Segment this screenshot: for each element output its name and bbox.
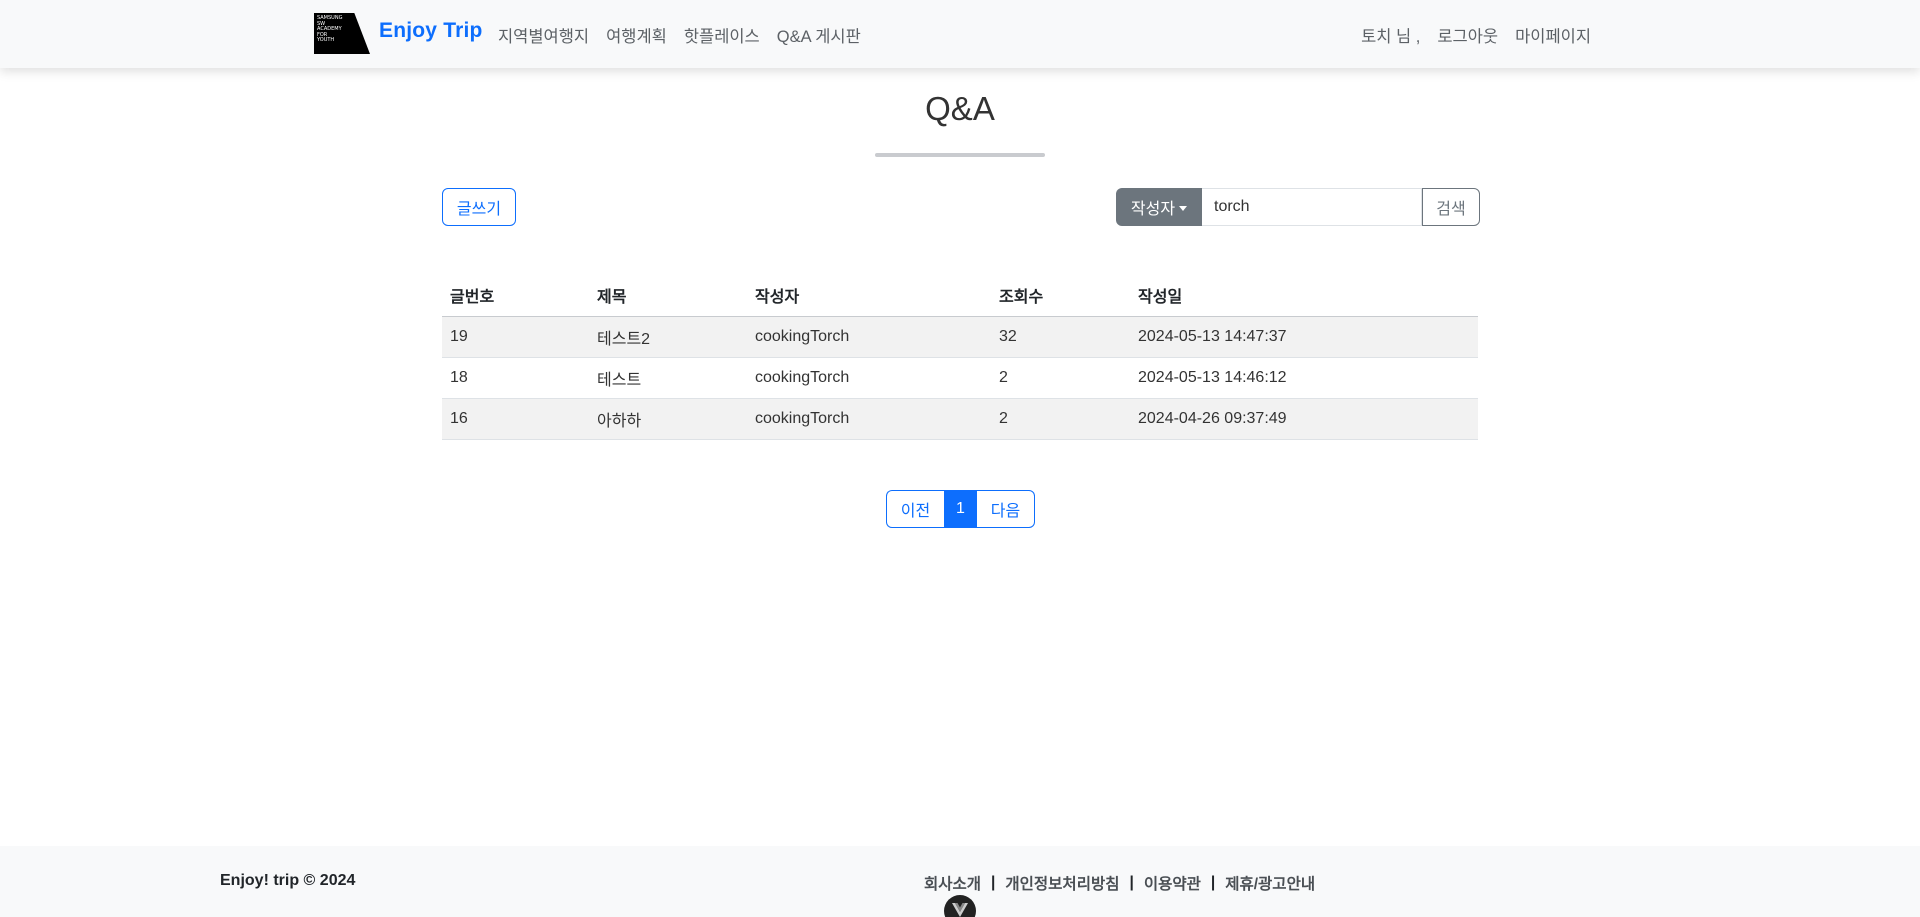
footer-link-privacy[interactable]: 개인정보처리방침: [1005, 872, 1119, 894]
main-nav: 지역별여행지 여행계획 핫플레이스 Q&A 게시판: [498, 23, 861, 47]
prev-page-button[interactable]: 이전: [886, 490, 944, 528]
search-key-label: 작성자: [1130, 201, 1176, 218]
vue-logo-icon: [952, 903, 968, 917]
search-group: 작성자 검색: [1116, 188, 1480, 226]
cell-no: 16: [442, 398, 589, 440]
navbar: SAMSUNG SW ACADEMY FOR YOUTH Enjoy Trip …: [0, 0, 1920, 68]
search-key-dropdown[interactable]: 작성자: [1116, 188, 1202, 226]
cell-no: 18: [442, 357, 589, 399]
cell-title[interactable]: 아하하: [589, 398, 747, 440]
table-row[interactable]: 19 테스트2 cookingTorch 32 2024-05-13 14:47…: [442, 316, 1478, 358]
cell-date: 2024-05-13 14:47:37: [1130, 316, 1478, 358]
col-header-date: 작성일: [1130, 275, 1478, 317]
ssafy-logo[interactable]: SAMSUNG SW ACADEMY FOR YOUTH: [314, 13, 370, 54]
caret-down-icon: [1179, 205, 1188, 211]
cell-title[interactable]: 테스트2: [589, 316, 747, 358]
nav-hot-places[interactable]: 핫플레이스: [684, 23, 760, 47]
user-nav: 토치 님 , 로그아웃 마이페이지: [1361, 23, 1591, 47]
cell-author: cookingTorch: [747, 398, 991, 440]
cell-no: 19: [442, 316, 589, 358]
pagination: 이전 1 다음: [886, 490, 1035, 528]
nav-regional-spots[interactable]: 지역별여행지: [498, 23, 589, 47]
title-divider: [875, 153, 1045, 157]
logo-text: SAMSUNG SW ACADEMY FOR YOUTH: [317, 15, 343, 44]
cell-date: 2024-04-26 09:37:49: [1130, 398, 1478, 440]
page-title: Q&A: [925, 90, 995, 127]
footer-link-about[interactable]: 회사소개: [924, 872, 981, 894]
copyright: Enjoy! trip © 2024: [220, 872, 356, 889]
search-input[interactable]: [1202, 188, 1422, 226]
col-header-no: 글번호: [442, 275, 589, 317]
col-header-author: 작성자: [747, 275, 991, 317]
col-header-views: 조회수: [991, 275, 1130, 317]
next-page-button[interactable]: 다음: [977, 490, 1035, 528]
footer-separator: |: [1129, 874, 1134, 891]
footer-link-partnership[interactable]: 제휴/광고안내: [1225, 872, 1315, 894]
table-row[interactable]: 16 아하하 cookingTorch 2 2024-04-26 09:37:4…: [442, 398, 1478, 440]
qna-table: 글번호 제목 작성자 조회수 작성일 19 테스트2 cookingTorch …: [442, 275, 1478, 440]
table-header-row: 글번호 제목 작성자 조회수 작성일: [442, 275, 1478, 317]
nav-trip-plan[interactable]: 여행계획: [606, 23, 667, 47]
mypage-link[interactable]: 마이페이지: [1515, 23, 1591, 47]
footer-link-terms[interactable]: 이용약관: [1144, 872, 1201, 894]
logout-link[interactable]: 로그아웃: [1437, 23, 1498, 47]
cell-views: 32: [991, 316, 1130, 358]
footer-links: 회사소개 | 개인정보처리방침 | 이용약관 | 제휴/광고안내: [924, 872, 1315, 894]
table-row[interactable]: 18 테스트 cookingTorch 2 2024-05-13 14:46:1…: [442, 357, 1478, 399]
cell-views: 2: [991, 357, 1130, 399]
write-button[interactable]: 글쓰기: [442, 188, 516, 226]
col-header-title: 제목: [589, 275, 747, 317]
cell-author: cookingTorch: [747, 357, 991, 399]
footer-separator: |: [1210, 874, 1216, 891]
user-greeting: 토치 님 ,: [1361, 28, 1421, 46]
cell-date: 2024-05-13 14:46:12: [1130, 357, 1478, 399]
search-button[interactable]: 검색: [1422, 188, 1480, 226]
page-1-button[interactable]: 1: [944, 490, 977, 528]
footer-separator: |: [991, 874, 996, 891]
brand-link[interactable]: Enjoy Trip: [379, 19, 483, 43]
cell-title[interactable]: 테스트: [589, 357, 747, 399]
cell-views: 2: [991, 398, 1130, 440]
cell-author: cookingTorch: [747, 316, 991, 358]
nav-qna-board[interactable]: Q&A 게시판: [777, 23, 861, 47]
